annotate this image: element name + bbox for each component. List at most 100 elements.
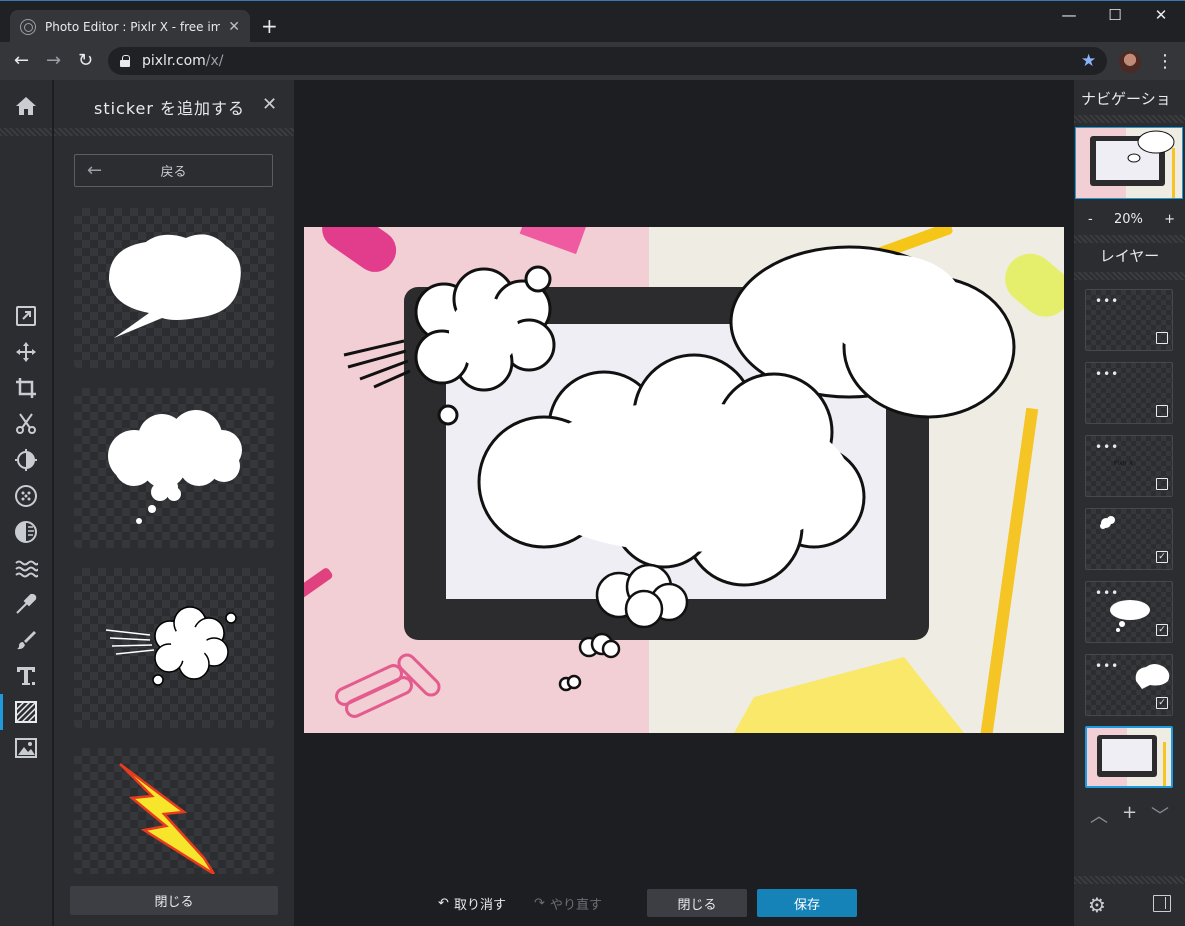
lock-icon <box>120 55 130 67</box>
panel-close-button[interactable]: 閉じる <box>70 886 278 915</box>
redo-icon: ↷ <box>534 895 545 911</box>
panel-title: sticker を追加する <box>94 99 246 118</box>
layer-item-background[interactable] <box>1085 726 1173 788</box>
lightning-bolt-sticker-icon <box>119 763 216 874</box>
layer-visibility-checkbox[interactable] <box>1156 405 1168 417</box>
back-button-label: 戻る <box>160 165 187 180</box>
layer-item[interactable]: ••• ✓ <box>1085 581 1173 643</box>
bookmark-star-icon[interactable]: ★ <box>1081 51 1096 71</box>
cutout-icon[interactable] <box>14 412 38 436</box>
save-button[interactable]: 保存 <box>757 889 857 917</box>
layer-up-button[interactable]: ︿ <box>1090 802 1108 828</box>
layer-background-thumb-icon <box>1097 728 1171 786</box>
reload-icon[interactable]: ↻ <box>78 50 93 71</box>
url-host: pixlr.com <box>142 53 206 69</box>
navigation-thumbnail[interactable] <box>1075 127 1183 199</box>
layer-item[interactable]: ••• ✓ <box>1085 654 1173 716</box>
zoom-value: 20% <box>1113 211 1143 227</box>
pixlr-favicon-icon <box>20 18 36 35</box>
browser-toolbar: ← → ↻ pixlr.com/x/ ★ ⋮ <box>0 42 1185 80</box>
tab-title: Photo Editor : Pixlr X - free image <box>45 19 221 34</box>
address-bar[interactable]: pixlr.com/x/ <box>108 47 1107 75</box>
pixlr-app: sticker を追加する ✕ ← 戻る 閉じる ↶ 取り消す ↷ やり直す 閉… <box>0 80 1185 926</box>
navigation-preview-icon <box>1076 128 1182 198</box>
layer-visibility-checkbox[interactable]: ✓ <box>1156 697 1168 709</box>
divider-hatch <box>54 128 294 136</box>
sticker-shout-bubble[interactable] <box>74 568 274 728</box>
redo-button[interactable]: ↷ やり直す <box>526 889 610 917</box>
layer-item[interactable]: ✓ <box>1085 508 1173 570</box>
liquify-icon[interactable] <box>14 556 38 580</box>
layer-item[interactable]: ••• <box>1085 289 1173 351</box>
tool-sidebar <box>0 80 52 926</box>
undo-icon: ↶ <box>438 895 449 911</box>
divider-hatch <box>1074 272 1185 280</box>
divider-hatch <box>1074 115 1185 123</box>
profile-avatar[interactable] <box>1119 51 1141 73</box>
add-image-icon[interactable] <box>14 736 38 760</box>
draw-icon[interactable] <box>14 628 38 652</box>
layer-options-icon[interactable]: ••• <box>1095 294 1119 308</box>
url-path: /x/ <box>205 53 224 69</box>
divider-hatch <box>1074 235 1185 243</box>
layer-visibility-checkbox[interactable] <box>1156 332 1168 344</box>
window-maximize-button[interactable]: ☐ <box>1092 6 1138 24</box>
divider-hatch <box>0 128 52 136</box>
canvas-image-icon <box>304 227 1064 733</box>
adjust-icon[interactable] <box>14 448 38 472</box>
layer-down-button[interactable]: ﹀ <box>1151 802 1169 828</box>
move-icon[interactable] <box>14 340 38 364</box>
undo-label: 取り消す <box>453 897 506 913</box>
right-sidebar: ナビゲーショ - 20% + レイヤー ••• ••• ••• Pixlr X … <box>1074 80 1185 926</box>
redo-label: やり直す <box>549 897 602 913</box>
browser-tab[interactable]: Photo Editor : Pixlr X - free image ✕ <box>10 10 250 43</box>
window-close-button[interactable]: ✕ <box>1138 6 1184 24</box>
collapse-panel-icon[interactable] <box>1153 895 1171 912</box>
layer-controls: ︿ + ﹀ <box>1074 802 1185 828</box>
bottom-action-bar: ↶ 取り消す ↷ やり直す 閉じる 保存 <box>294 886 1074 926</box>
canvas-area <box>294 80 1074 926</box>
layer-options-icon[interactable]: ••• <box>1095 367 1119 381</box>
retouch-icon[interactable] <box>14 592 38 616</box>
back-arrow-icon: ← <box>87 160 103 181</box>
panel-close-icon[interactable]: ✕ <box>262 94 277 115</box>
back-button[interactable]: ← 戻る <box>74 154 273 187</box>
window-minimize-button[interactable]: — <box>1046 6 1092 24</box>
new-tab-button[interactable]: + <box>261 14 278 38</box>
sticker-tool-button[interactable] <box>0 694 52 730</box>
layer-add-button[interactable]: + <box>1122 802 1137 828</box>
layer-text-preview: Pixlr X <box>1114 460 1133 467</box>
home-icon[interactable] <box>14 94 38 118</box>
sticker-speech-bubble[interactable] <box>74 208 274 368</box>
settings-gear-icon[interactable]: ⚙ <box>1088 893 1106 917</box>
navigation-title: ナビゲーショ <box>1081 90 1171 108</box>
layer-item[interactable]: ••• Pixlr X <box>1085 435 1173 497</box>
text-icon[interactable] <box>14 664 38 688</box>
thought-bubble-sticker-icon <box>108 410 242 524</box>
layer-visibility-checkbox[interactable] <box>1156 478 1168 490</box>
forward-arrow-icon[interactable]: → <box>46 50 61 71</box>
layer-item[interactable]: ••• <box>1085 362 1173 424</box>
sticker-thought-bubble[interactable] <box>74 388 274 548</box>
effect-icon[interactable] <box>14 520 38 544</box>
close-button[interactable]: 閉じる <box>647 889 747 917</box>
sticker-panel: sticker を追加する ✕ ← 戻る 閉じる <box>54 80 294 926</box>
crop-icon[interactable] <box>14 376 38 400</box>
layers-title: レイヤー <box>1099 247 1160 265</box>
sticker-lightning-bolt[interactable] <box>74 748 274 874</box>
tab-close-icon[interactable]: ✕ <box>228 19 240 35</box>
browser-menu-icon[interactable]: ⋮ <box>1156 51 1174 72</box>
layer-visibility-checkbox[interactable]: ✓ <box>1156 624 1168 636</box>
filter-icon[interactable] <box>14 484 38 508</box>
undo-button[interactable]: ↶ 取り消す <box>430 889 514 917</box>
back-arrow-icon[interactable]: ← <box>14 50 29 71</box>
layer-visibility-checkbox[interactable]: ✓ <box>1156 551 1168 563</box>
photo-canvas[interactable] <box>304 227 1064 733</box>
zoom-out-button[interactable]: - <box>1088 212 1093 227</box>
layer-options-icon[interactable]: ••• <box>1095 440 1119 454</box>
arrange-icon[interactable] <box>14 304 38 328</box>
zoom-in-button[interactable]: + <box>1164 212 1175 227</box>
shout-bubble-sticker-icon <box>105 606 237 686</box>
speech-bubble-sticker-icon <box>108 234 241 338</box>
sticker-icon <box>15 701 37 723</box>
